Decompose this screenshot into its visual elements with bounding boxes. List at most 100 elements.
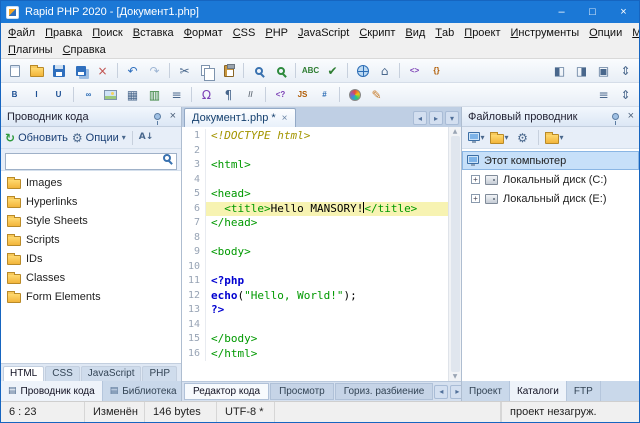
form-button[interactable]: ▥: [144, 85, 165, 105]
toolbar-expand-button[interactable]: ⇕: [615, 61, 636, 81]
home-button[interactable]: ⌂: [374, 61, 395, 81]
pilcrow-button[interactable]: ¶: [218, 85, 239, 105]
css-insert-button[interactable]: #: [314, 85, 335, 105]
sort-button[interactable]: А↓: [139, 133, 154, 142]
expand-icon[interactable]: +: [471, 194, 480, 203]
spell-check-button[interactable]: ABC: [300, 61, 321, 81]
computer-view-button[interactable]: ▾: [466, 128, 487, 148]
tab-javascript[interactable]: JavaScript: [81, 366, 142, 381]
omega-button[interactable]: Ω: [196, 85, 217, 105]
link-button[interactable]: ∞: [78, 85, 99, 105]
maximize-button[interactable]: □: [577, 1, 608, 23]
refresh-button[interactable]: ↻ Обновить: [5, 132, 68, 144]
save-file-button[interactable]: [48, 61, 69, 81]
tab-php[interactable]: PHP: [142, 366, 177, 381]
panel-tab-directories[interactable]: Каталоги: [510, 381, 567, 401]
list-button[interactable]: ≡: [166, 85, 187, 105]
menu-item-tools[interactable]: Инструменты: [506, 23, 585, 42]
js-insert-button[interactable]: JS: [292, 85, 313, 105]
editor-scrollbar[interactable]: ▲ ▼: [448, 127, 461, 381]
code-snippet-button[interactable]: {}: [426, 61, 447, 81]
toolbars-menu-button[interactable]: ≡: [593, 85, 614, 105]
prev-tab-button[interactable]: ◂: [413, 111, 427, 125]
view-tab-horizontal-split[interactable]: Гориз. разбиение: [335, 383, 434, 400]
menu-item-insert[interactable]: Вставка: [128, 23, 179, 42]
open-file-button[interactable]: [26, 61, 47, 81]
menu-item-plugins[interactable]: Плагины: [3, 42, 58, 58]
tree-item-ids[interactable]: IDs: [1, 249, 181, 268]
menu-item-javascript[interactable]: JavaScript: [293, 23, 354, 42]
tag-insert-button[interactable]: <>: [404, 61, 425, 81]
tree-item-hyperlinks[interactable]: Hyperlinks: [1, 192, 181, 211]
undo-button[interactable]: ↶: [122, 61, 143, 81]
replace-button[interactable]: [270, 61, 291, 81]
tree-item-style-sheets[interactable]: Style Sheets: [1, 211, 181, 230]
menu-item-css[interactable]: CSS: [228, 23, 261, 42]
panel-tab-code-explorer[interactable]: ▤Проводник кода: [1, 381, 103, 401]
comment-button[interactable]: //: [240, 85, 261, 105]
menu-item-tab[interactable]: Tab: [430, 23, 459, 42]
menu-item-php[interactable]: PHP: [260, 23, 293, 42]
save-all-button[interactable]: [70, 61, 91, 81]
tree-item-this-computer[interactable]: Этот компьютер: [462, 151, 639, 170]
new-file-button[interactable]: [4, 61, 25, 81]
underline-button[interactable]: U: [48, 85, 69, 105]
document-tab[interactable]: Документ1.php * ×: [184, 108, 296, 127]
minimize-button[interactable]: –: [546, 1, 577, 23]
menu-item-help[interactable]: Справка: [58, 42, 111, 58]
next-tab-button[interactable]: ▸: [429, 111, 443, 125]
app-icon[interactable]: [6, 6, 19, 19]
php-insert-button[interactable]: <?: [270, 85, 291, 105]
tree-item-form-elements[interactable]: Form Elements: [1, 287, 181, 306]
menu-item-file[interactable]: Файл: [3, 23, 40, 42]
view-tab-preview[interactable]: Просмотр: [270, 383, 334, 400]
copy-button[interactable]: [196, 61, 217, 81]
tree-item-local-disk-c[interactable]: +Локальный диск (C:): [462, 170, 639, 189]
toolbar-expand2-button[interactable]: ⇕: [615, 85, 636, 105]
color-picker-button[interactable]: [344, 85, 365, 105]
close-tab-icon[interactable]: ×: [282, 113, 288, 124]
close-file-button[interactable]: ×: [92, 61, 113, 81]
menu-item-options[interactable]: Опции: [584, 23, 627, 42]
view-tab-code-editor[interactable]: Редактор кода: [184, 383, 269, 400]
tab-list-button[interactable]: ▾: [445, 111, 459, 125]
scroll-up-icon[interactable]: ▲: [453, 128, 458, 135]
table-button[interactable]: ▦: [122, 85, 143, 105]
layout-right-button[interactable]: ◨: [571, 61, 592, 81]
cut-button[interactable]: ✂: [174, 61, 195, 81]
close-button[interactable]: ×: [608, 1, 639, 23]
tree-item-local-disk-e[interactable]: +Локальный диск (E:): [462, 189, 639, 208]
find-button[interactable]: [248, 61, 269, 81]
menu-item-script[interactable]: Скрипт: [354, 23, 400, 42]
image-button[interactable]: [100, 85, 121, 105]
menu-item-macros[interactable]: Макрос: [627, 23, 640, 42]
tree-item-scripts[interactable]: Scripts: [1, 230, 181, 249]
close-panel-icon[interactable]: ×: [628, 111, 634, 122]
menu-item-edit[interactable]: Правка: [40, 23, 87, 42]
tree-item-images[interactable]: Images: [1, 173, 181, 192]
scrollbar-thumb[interactable]: [451, 136, 460, 372]
panel-tab-library[interactable]: ▤Библиотека: [103, 381, 185, 401]
tab-html[interactable]: HTML: [3, 366, 44, 381]
pin-icon[interactable]: [612, 113, 619, 120]
italic-button[interactable]: I: [26, 85, 47, 105]
folder-view-button[interactable]: ▾: [489, 128, 510, 148]
tree-item-classes[interactable]: Classes: [1, 268, 181, 287]
syntax-check-button[interactable]: ✔: [322, 61, 343, 81]
expand-icon[interactable]: +: [471, 175, 480, 184]
redo-button[interactable]: ↷: [144, 61, 165, 81]
prev-view-button[interactable]: ◂: [434, 385, 448, 399]
layout-grid-button[interactable]: ▣: [593, 61, 614, 81]
scroll-down-icon[interactable]: ▼: [453, 373, 458, 380]
search-input[interactable]: [5, 153, 177, 170]
browser-preview-button[interactable]: [352, 61, 373, 81]
close-panel-icon[interactable]: ×: [170, 111, 176, 122]
options-button[interactable]: ⚙ Опции ▾: [72, 132, 126, 144]
menu-item-search[interactable]: Поиск: [87, 23, 127, 42]
panel-tab-project[interactable]: Проект: [462, 381, 510, 401]
menu-item-project[interactable]: Проект: [459, 23, 505, 42]
menu-item-view[interactable]: Вид: [400, 23, 430, 42]
favorites-folder-button[interactable]: ▾: [544, 128, 565, 148]
panel-tab-ftp[interactable]: FTP: [567, 381, 601, 401]
menu-item-format[interactable]: Формат: [179, 23, 228, 42]
